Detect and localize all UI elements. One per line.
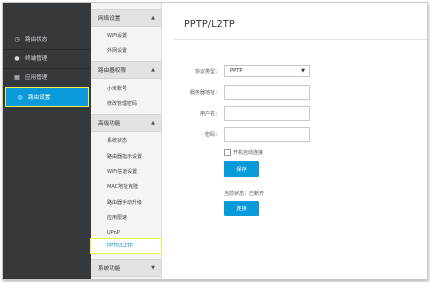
submenu-item-wifi-channel[interactable]: WiFi信道设置 [107,169,137,175]
username-label: 用户名： [199,111,220,117]
submenu-item-indicator[interactable]: 路由器指示设置 [107,154,142,160]
nav-item-router-status[interactable]: ◷ 路由状态 [3,30,91,48]
divider [174,39,427,40]
connect-button[interactable]: 连接 [224,201,259,216]
protocol-select[interactable]: PPTP ▼ [224,65,310,77]
protocol-label: 协议类型： [194,69,220,75]
submenu-item-system-status[interactable]: 系统状态 [107,138,127,144]
autostart-checkbox[interactable] [224,149,231,156]
autostart-label: 开机自动连接 [233,150,264,156]
group-label: 系统功能 [98,266,121,272]
pptp-settings-panel: PPTP/L2TP 协议类型： PPTP ▼ 服务器地址： 用户名： 密码： 开… [162,3,427,279]
chevron-up-icon: ▲ [151,67,155,73]
chevron-up-icon: ▲ [151,15,155,21]
submenu-item-upnp[interactable]: UPnP [107,230,120,236]
submenu-item-mac-clone[interactable]: MAC地址克隆 [107,184,138,190]
chevron-down-icon: ▼ [151,265,155,271]
password-label: 密码： [204,132,220,138]
nav-item-label: 应用管理 [25,75,48,81]
group-advanced[interactable]: 高级功能 ▲ [91,114,161,132]
chevron-up-icon: ▲ [151,120,155,126]
server-address-input[interactable] [224,85,310,100]
nav-item-label: 路由状态 [25,37,48,43]
nav-item-label: 终端管理 [25,56,48,62]
settings-submenu: 网络设置 ▲ WiFi设置 外网设置 路由器权限 ▲ 小米账号 修改管理密码 高… [90,3,162,279]
submenu-item-wifi[interactable]: WiFi设置 [107,33,127,39]
group-label: 网络设置 [98,16,121,22]
submenu-item-mi-account[interactable]: 小米账号 [107,86,127,92]
router-admin-window: ◷ 路由状态 ● 终端管理 ▦ 应用管理 ◎ 路由设置 网络设置 ▲ WiFi设… [2,2,428,280]
nav-item-app-management[interactable]: ▦ 应用管理 [3,68,91,86]
submenu-item-pptp-l2tp[interactable]: PPTP/L2TP [90,238,162,254]
save-button[interactable]: 保存 [224,161,259,177]
group-network-settings[interactable]: 网络设置 ▲ [91,9,161,27]
user-icon: ● [14,54,20,62]
submenu-item-admin-password[interactable]: 修改管理密码 [107,101,137,107]
caret-down-icon: ▼ [301,68,305,74]
server-label: 服务器地址： [189,90,220,96]
group-router-permissions[interactable]: 路由器权限 ▲ [91,61,161,79]
username-input[interactable] [224,106,310,121]
page-title: PPTP/L2TP [184,19,235,30]
settings-icon: ◎ [17,93,23,101]
nav-item-label: 路由设置 [28,95,51,101]
group-system[interactable]: 系统功能 ▼ [91,259,161,277]
grid-icon: ▦ [14,73,20,81]
submenu-item-wan[interactable]: 外网设置 [107,48,127,54]
password-input[interactable] [224,127,310,142]
gauge-icon: ◷ [14,35,20,43]
autostart-row[interactable]: 开机自动连接 [224,149,263,156]
group-label: 路由器权限 [98,68,126,74]
protocol-value: PPTP [230,68,243,74]
submenu-item-qos[interactable]: 应用限速 [107,215,127,221]
main-sidebar: ◷ 路由状态 ● 终端管理 ▦ 应用管理 ◎ 路由设置 [3,3,91,279]
group-label: 高级功能 [98,121,121,127]
submenu-item-manual-upgrade[interactable]: 路由器手动升级 [107,200,142,206]
connection-status: 当前状态：已断开 [224,191,265,197]
nav-item-router-settings[interactable]: ◎ 路由设置 [5,87,89,107]
nav-item-device-management[interactable]: ● 终端管理 [3,49,91,67]
